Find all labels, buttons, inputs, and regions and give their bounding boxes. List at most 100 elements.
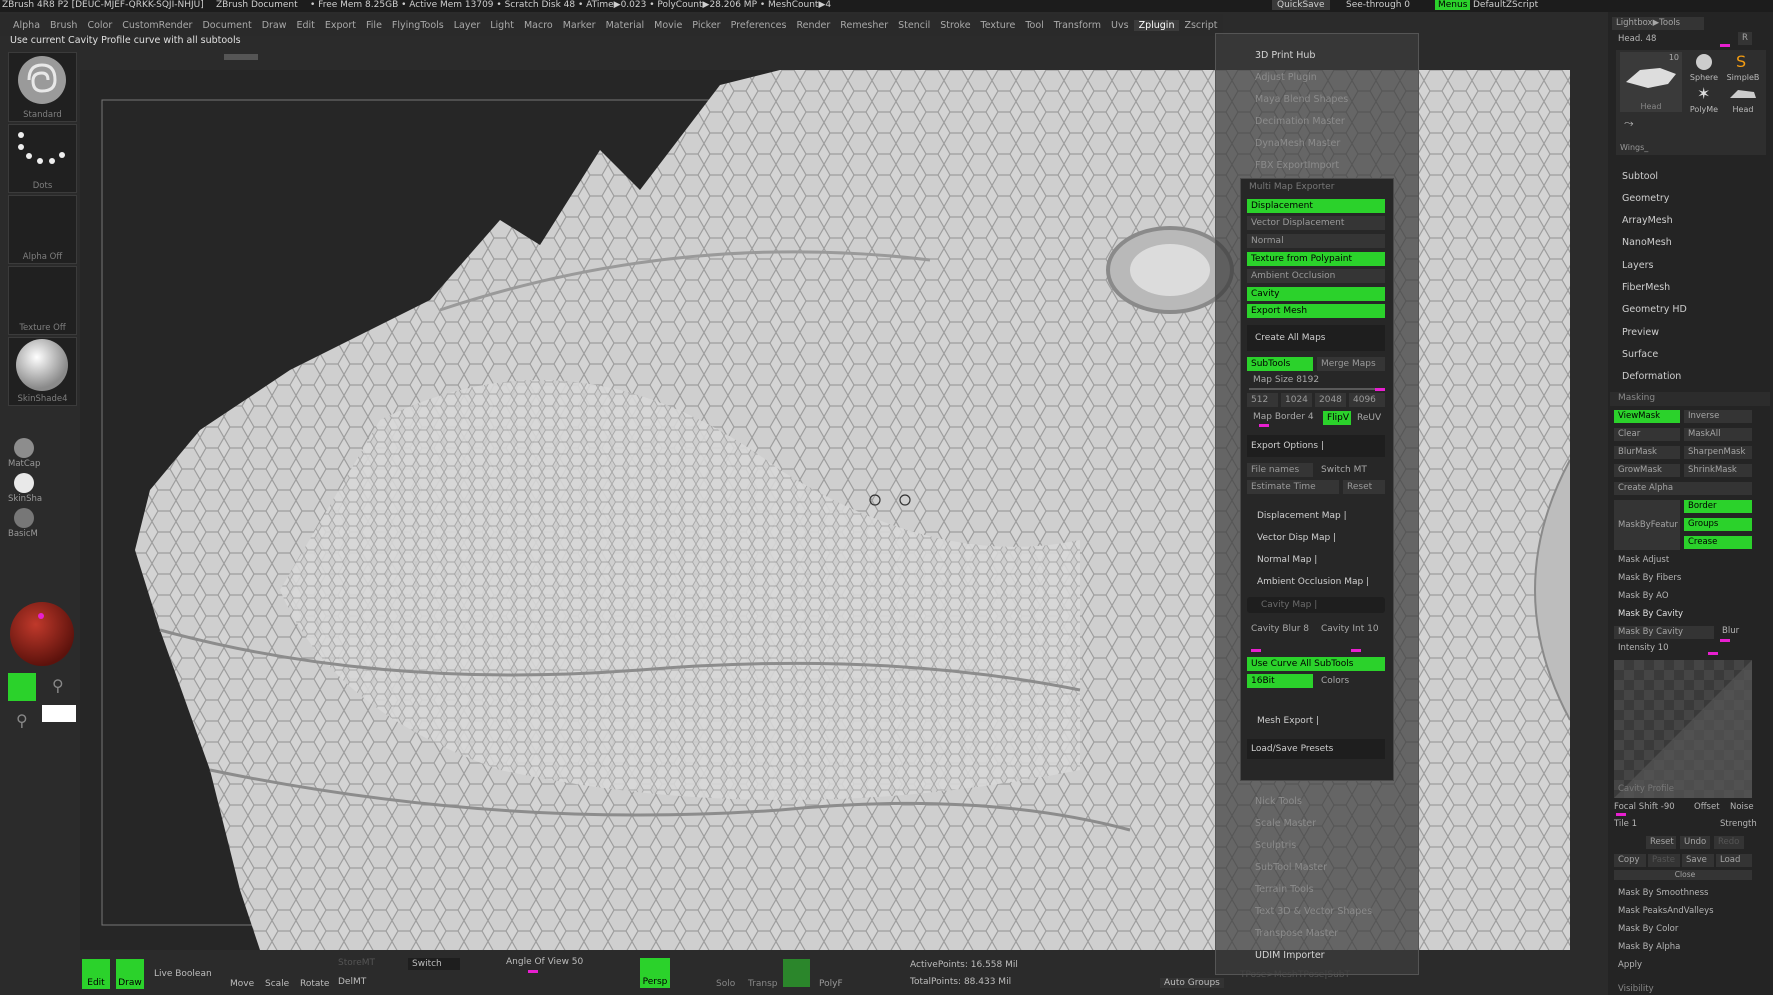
- menu-zscript[interactable]: Zscript: [1179, 20, 1222, 31]
- clear-mask-button[interactable]: Clear: [1614, 428, 1680, 441]
- zplugin-text-3d[interactable]: Text 3D & Vector Shapes: [1255, 906, 1372, 917]
- curve-load-button[interactable]: Load: [1716, 854, 1752, 867]
- head2-thumbnail[interactable]: Head: [1724, 84, 1762, 114]
- menu-transform[interactable]: Transform: [1049, 20, 1106, 31]
- zplugin-subtool-master[interactable]: SubTool Master: [1255, 862, 1327, 873]
- mask-by-cavity-button[interactable]: Mask By Cavity: [1614, 626, 1714, 639]
- zplugin-dynamesh-master[interactable]: DynaMesh Master: [1255, 138, 1340, 149]
- solo-button[interactable]: Solo: [716, 979, 735, 989]
- stroke-slot[interactable]: Dots: [8, 124, 77, 193]
- size-4096-button[interactable]: 4096: [1349, 393, 1385, 407]
- export-options-subpalette[interactable]: Export Options |: [1247, 435, 1385, 457]
- menu-flyingtools[interactable]: FlyingTools: [387, 20, 449, 31]
- noise-slider[interactable]: Noise: [1730, 802, 1754, 812]
- see-through-slider[interactable]: See-through 0: [1346, 0, 1410, 10]
- secondary-color-swatch[interactable]: [42, 705, 76, 722]
- r-button[interactable]: R: [1738, 32, 1752, 45]
- masking-header[interactable]: Masking: [1610, 392, 1770, 406]
- color-picker-swatch[interactable]: [8, 600, 76, 668]
- mask-by-ao-subpalette[interactable]: Mask By AO: [1618, 591, 1669, 601]
- menu-remesher[interactable]: Remesher: [835, 20, 893, 31]
- mask-by-alpha-subpalette[interactable]: Mask By Alpha: [1618, 942, 1680, 952]
- mask-by-smoothness-subpalette[interactable]: Mask By Smoothness: [1618, 888, 1708, 898]
- lightbox-tools-button[interactable]: Lightbox▶Tools: [1612, 17, 1704, 30]
- draw-button[interactable]: Draw: [116, 959, 144, 989]
- size-1024-button[interactable]: 1024: [1281, 393, 1312, 407]
- menu-uvs[interactable]: Uvs: [1106, 20, 1134, 31]
- arraymesh-menu[interactable]: ArrayMesh: [1622, 215, 1673, 226]
- default-zscript-button[interactable]: DefaultZScript: [1473, 0, 1538, 10]
- displacement-toggle[interactable]: Displacement: [1247, 199, 1385, 213]
- cavity-toggle[interactable]: Cavity: [1247, 287, 1385, 301]
- switch-button[interactable]: Switch: [408, 958, 460, 970]
- 16bit-toggle[interactable]: 16Bit: [1247, 674, 1313, 688]
- switch-mt-button[interactable]: Switch MT: [1317, 463, 1385, 477]
- cavity-blur-slider[interactable]: Cavity Blur 8: [1247, 622, 1315, 636]
- edit-button[interactable]: Edit: [82, 959, 110, 989]
- use-curve-all-subtools-toggle[interactable]: Use Curve All SubTools: [1247, 657, 1385, 671]
- menu-export[interactable]: Export: [320, 20, 361, 31]
- layers-menu[interactable]: Layers: [1622, 260, 1653, 271]
- cavity-map-subpalette[interactable]: Cavity Map |: [1247, 597, 1385, 613]
- reuv-toggle[interactable]: ReUV: [1353, 411, 1385, 425]
- normal-map-subpalette[interactable]: Normal Map |: [1253, 553, 1383, 567]
- shrinkmask-button[interactable]: ShrinkMask: [1684, 464, 1752, 477]
- persp-button[interactable]: Persp: [640, 958, 670, 988]
- growmask-button[interactable]: GrowMask: [1614, 464, 1680, 477]
- menu-stroke[interactable]: Stroke: [935, 20, 975, 31]
- menu-movie[interactable]: Movie: [649, 20, 687, 31]
- curve-close-button[interactable]: Close: [1614, 870, 1752, 880]
- estimate-time-button[interactable]: Estimate Time: [1247, 480, 1339, 494]
- export-mesh-toggle[interactable]: Export Mesh: [1247, 304, 1385, 318]
- zplugin-maya-blend-shapes[interactable]: Maya Blend Shapes: [1255, 94, 1348, 105]
- menu-preferences[interactable]: Preferences: [726, 20, 792, 31]
- live-boolean-button[interactable]: Live Boolean: [154, 969, 212, 979]
- head-thumbnail[interactable]: 10 Head: [1620, 52, 1682, 112]
- apply-button[interactable]: Apply: [1618, 960, 1642, 970]
- zplugin-adjust-plugin[interactable]: Adjust Plugin: [1255, 72, 1317, 83]
- vector-disp-map-subpalette[interactable]: Vector Disp Map |: [1253, 531, 1383, 545]
- create-alpha-button[interactable]: Create Alpha: [1614, 482, 1752, 495]
- transp-button[interactable]: Transp: [748, 979, 778, 989]
- menu-file[interactable]: File: [361, 20, 387, 31]
- ambient-occlusion-toggle[interactable]: Ambient Occlusion: [1247, 269, 1385, 283]
- map-border-slider[interactable]: Map Border 4: [1249, 410, 1325, 424]
- geometry-hd-menu[interactable]: Geometry HD: [1622, 304, 1687, 315]
- zplugin-udim-importer[interactable]: UDIM Importer: [1255, 950, 1325, 961]
- normal-toggle[interactable]: Normal: [1247, 234, 1385, 248]
- menu-zplugin[interactable]: Zplugin: [1133, 19, 1180, 31]
- basic-material-icon[interactable]: [12, 507, 36, 529]
- menu-material[interactable]: Material: [601, 20, 650, 31]
- deformation-menu[interactable]: Deformation: [1622, 371, 1681, 382]
- menu-macro[interactable]: Macro: [519, 20, 558, 31]
- current-tool-slider[interactable]: Head. 48: [1618, 34, 1656, 44]
- menu-marker[interactable]: Marker: [558, 20, 601, 31]
- rotate-button[interactable]: Rotate: [300, 979, 329, 989]
- curve-reset-button[interactable]: Reset: [1646, 836, 1676, 849]
- cavity-int-slider[interactable]: Cavity Int 10: [1317, 622, 1385, 636]
- menu-layer[interactable]: Layer: [449, 20, 486, 31]
- offset-slider[interactable]: Offset: [1694, 802, 1720, 812]
- menu-picker[interactable]: Picker: [687, 20, 725, 31]
- auto-groups-button[interactable]: Auto Groups: [1160, 978, 1224, 988]
- menu-alpha[interactable]: Alpha: [8, 20, 45, 31]
- mesh-export-subpalette[interactable]: Mesh Export |: [1253, 714, 1383, 728]
- zplugin-nick-tools[interactable]: Nick Tools: [1255, 796, 1302, 807]
- polymesh-thumbnail[interactable]: ✶ PolyMe: [1686, 84, 1722, 114]
- surface-menu[interactable]: Surface: [1622, 349, 1658, 360]
- alpha-slot[interactable]: Alpha Off: [8, 195, 77, 264]
- create-all-maps-button[interactable]: Create All Maps: [1247, 325, 1385, 351]
- colors-toggle[interactable]: Colors: [1317, 674, 1385, 688]
- skinshade-icon[interactable]: [12, 472, 36, 494]
- ghost-button[interactable]: [783, 959, 810, 987]
- curve-paste-button[interactable]: Paste: [1648, 854, 1680, 867]
- quicksave-button[interactable]: QuickSave: [1272, 0, 1330, 10]
- brush-slot[interactable]: Standard: [8, 52, 77, 122]
- menu-stencil[interactable]: Stencil: [893, 20, 935, 31]
- merge-maps-toggle[interactable]: Merge Maps: [1317, 357, 1385, 371]
- zplugin-3d-print-hub[interactable]: 3D Print Hub: [1255, 50, 1315, 61]
- viewmask-toggle[interactable]: ViewMask: [1614, 410, 1680, 423]
- curve-undo-button[interactable]: Undo: [1680, 836, 1710, 849]
- sharpenmask-button[interactable]: SharpenMask: [1684, 446, 1752, 459]
- menus-toggle[interactable]: Menus: [1435, 0, 1471, 10]
